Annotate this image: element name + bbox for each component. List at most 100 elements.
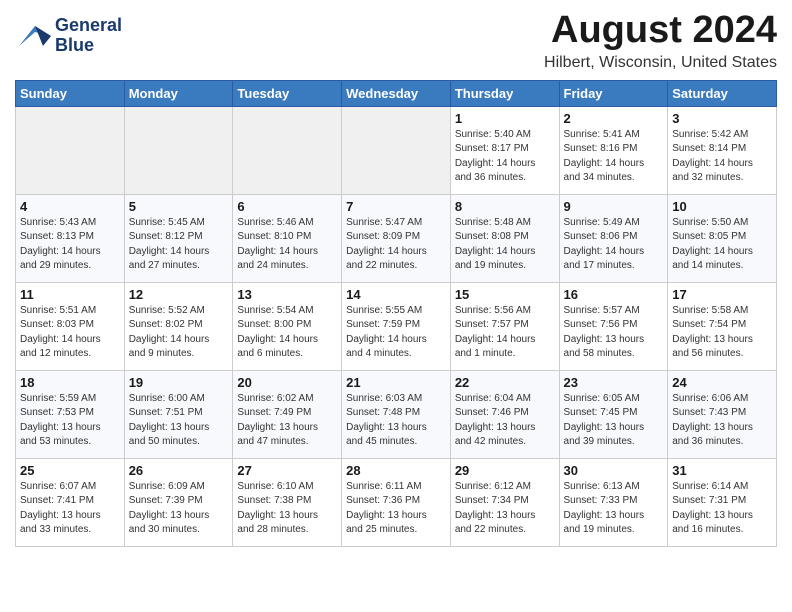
day-number: 23 [564,375,664,390]
day-number: 7 [346,199,446,214]
day-info: Sunrise: 6:03 AM Sunset: 7:48 PM Dayligh… [346,392,446,450]
weekday-header: Tuesday [233,80,342,106]
day-info: Sunrise: 6:14 AM Sunset: 7:31 PM Dayligh… [672,480,772,538]
calendar-cell: 16 Sunrise: 5:57 AM Sunset: 7:56 PM Dayli… [559,282,668,370]
day-info: Sunrise: 5:41 AM Sunset: 8:16 PM Dayligh… [564,128,664,186]
day-info: Sunrise: 6:05 AM Sunset: 7:45 PM Dayligh… [564,392,664,450]
calendar-cell: 9 Sunrise: 5:49 AM Sunset: 8:06 PM Daylig… [559,194,668,282]
day-number: 12 [129,287,229,302]
calendar-cell: 6 Sunrise: 5:46 AM Sunset: 8:10 PM Daylig… [233,194,342,282]
day-info: Sunrise: 5:47 AM Sunset: 8:09 PM Dayligh… [346,216,446,274]
day-number: 27 [237,463,337,478]
day-number: 15 [455,287,555,302]
calendar-week-row: 4 Sunrise: 5:43 AM Sunset: 8:13 PM Daylig… [16,194,777,282]
day-number: 14 [346,287,446,302]
weekday-header: Wednesday [342,80,451,106]
day-number: 11 [20,287,120,302]
day-number: 24 [672,375,772,390]
calendar-cell: 1 Sunrise: 5:40 AM Sunset: 8:17 PM Daylig… [450,106,559,194]
calendar-week-row: 11 Sunrise: 5:51 AM Sunset: 8:03 PM Dayli… [16,282,777,370]
weekday-header: Thursday [450,80,559,106]
calendar-cell: 23 Sunrise: 6:05 AM Sunset: 7:45 PM Dayli… [559,370,668,458]
day-info: Sunrise: 6:11 AM Sunset: 7:36 PM Dayligh… [346,480,446,538]
day-info: Sunrise: 5:59 AM Sunset: 7:53 PM Dayligh… [20,392,120,450]
calendar-cell: 18 Sunrise: 5:59 AM Sunset: 7:53 PM Dayli… [16,370,125,458]
day-info: Sunrise: 5:48 AM Sunset: 8:08 PM Dayligh… [455,216,555,274]
day-number: 9 [564,199,664,214]
day-number: 16 [564,287,664,302]
calendar-cell: 27 Sunrise: 6:10 AM Sunset: 7:38 PM Dayli… [233,458,342,546]
day-info: Sunrise: 5:49 AM Sunset: 8:06 PM Dayligh… [564,216,664,274]
day-info: Sunrise: 6:07 AM Sunset: 7:41 PM Dayligh… [20,480,120,538]
calendar-cell: 19 Sunrise: 6:00 AM Sunset: 7:51 PM Dayli… [124,370,233,458]
calendar-cell: 5 Sunrise: 5:45 AM Sunset: 8:12 PM Daylig… [124,194,233,282]
day-number: 10 [672,199,772,214]
calendar-cell: 26Sunrise: 6:09 AM Sunset: 7:39 PM Dayli… [124,458,233,546]
calendar-table: SundayMondayTuesdayWednesdayThursdayFrid… [15,80,777,547]
day-info: Sunrise: 6:02 AM Sunset: 7:49 PM Dayligh… [237,392,337,450]
day-info: Sunrise: 6:12 AM Sunset: 7:34 PM Dayligh… [455,480,555,538]
calendar-header-row: SundayMondayTuesdayWednesdayThursdayFrid… [16,80,777,106]
day-number: 25 [20,463,120,478]
day-info: Sunrise: 5:51 AM Sunset: 8:03 PM Dayligh… [20,304,120,362]
location-title: Hilbert, Wisconsin, United States [544,54,777,72]
calendar-cell: 8 Sunrise: 5:48 AM Sunset: 8:08 PM Daylig… [450,194,559,282]
weekday-header: Sunday [16,80,125,106]
month-title: August 2024 [544,10,777,52]
calendar-cell: 3 Sunrise: 5:42 AM Sunset: 8:14 PM Daylig… [668,106,777,194]
day-info: Sunrise: 5:40 AM Sunset: 8:17 PM Dayligh… [455,128,555,186]
calendar-cell: 4 Sunrise: 5:43 AM Sunset: 8:13 PM Daylig… [16,194,125,282]
title-area: August 2024 Hilbert, Wisconsin, United S… [544,10,777,72]
day-info: Sunrise: 6:10 AM Sunset: 7:38 PM Dayligh… [237,480,337,538]
calendar-cell [16,106,125,194]
logo-line1: General [55,16,122,36]
day-info: Sunrise: 6:00 AM Sunset: 7:51 PM Dayligh… [129,392,229,450]
day-number: 29 [455,463,555,478]
day-number: 13 [237,287,337,302]
day-number: 6 [237,199,337,214]
day-info: Sunrise: 5:45 AM Sunset: 8:12 PM Dayligh… [129,216,229,274]
day-number: 28 [346,463,446,478]
calendar-cell: 13Sunrise: 5:54 AM Sunset: 8:00 PM Dayli… [233,282,342,370]
calendar-cell: 17Sunrise: 5:58 AM Sunset: 7:54 PM Dayli… [668,282,777,370]
logo: General Blue [15,16,122,56]
day-info: Sunrise: 5:46 AM Sunset: 8:10 PM Dayligh… [237,216,337,274]
calendar-cell: 7 Sunrise: 5:47 AM Sunset: 8:09 PM Daylig… [342,194,451,282]
day-info: Sunrise: 5:42 AM Sunset: 8:14 PM Dayligh… [672,128,772,186]
day-number: 26 [129,463,229,478]
day-info: Sunrise: 5:43 AM Sunset: 8:13 PM Dayligh… [20,216,120,274]
calendar-cell: 24 Sunrise: 6:06 AM Sunset: 7:43 PM Dayli… [668,370,777,458]
day-number: 2 [564,111,664,126]
day-number: 21 [346,375,446,390]
day-info: Sunrise: 6:04 AM Sunset: 7:46 PM Dayligh… [455,392,555,450]
day-number: 19 [129,375,229,390]
day-info: Sunrise: 5:52 AM Sunset: 8:02 PM Dayligh… [129,304,229,362]
weekday-header: Saturday [668,80,777,106]
day-number: 4 [20,199,120,214]
day-info: Sunrise: 5:58 AM Sunset: 7:54 PM Dayligh… [672,304,772,362]
calendar-week-row: 18 Sunrise: 5:59 AM Sunset: 7:53 PM Dayli… [16,370,777,458]
calendar-week-row: 25 Sunrise: 6:07 AM Sunset: 7:41 PM Dayli… [16,458,777,546]
calendar-cell: 22 Sunrise: 6:04 AM Sunset: 7:46 PM Dayli… [450,370,559,458]
calendar-week-row: 1 Sunrise: 5:40 AM Sunset: 8:17 PM Daylig… [16,106,777,194]
calendar-cell: 2 Sunrise: 5:41 AM Sunset: 8:16 PM Daylig… [559,106,668,194]
day-number: 8 [455,199,555,214]
day-number: 30 [564,463,664,478]
calendar-cell: 12 Sunrise: 5:52 AM Sunset: 8:02 PM Dayli… [124,282,233,370]
day-number: 3 [672,111,772,126]
calendar-cell: 20Sunrise: 6:02 AM Sunset: 7:49 PM Dayli… [233,370,342,458]
day-info: Sunrise: 6:13 AM Sunset: 7:33 PM Dayligh… [564,480,664,538]
calendar-cell: 29 Sunrise: 6:12 AM Sunset: 7:34 PM Dayli… [450,458,559,546]
calendar-cell: 25 Sunrise: 6:07 AM Sunset: 7:41 PM Dayli… [16,458,125,546]
day-number: 18 [20,375,120,390]
weekday-header: Monday [124,80,233,106]
day-info: Sunrise: 5:57 AM Sunset: 7:56 PM Dayligh… [564,304,664,362]
day-info: Sunrise: 6:06 AM Sunset: 7:43 PM Dayligh… [672,392,772,450]
day-number: 1 [455,111,555,126]
calendar-cell [342,106,451,194]
day-number: 22 [455,375,555,390]
calendar-cell: 15Sunrise: 5:56 AM Sunset: 7:57 PM Dayli… [450,282,559,370]
day-number: 5 [129,199,229,214]
logo-line2: Blue [55,36,122,56]
calendar-cell: 28 Sunrise: 6:11 AM Sunset: 7:36 PM Dayli… [342,458,451,546]
